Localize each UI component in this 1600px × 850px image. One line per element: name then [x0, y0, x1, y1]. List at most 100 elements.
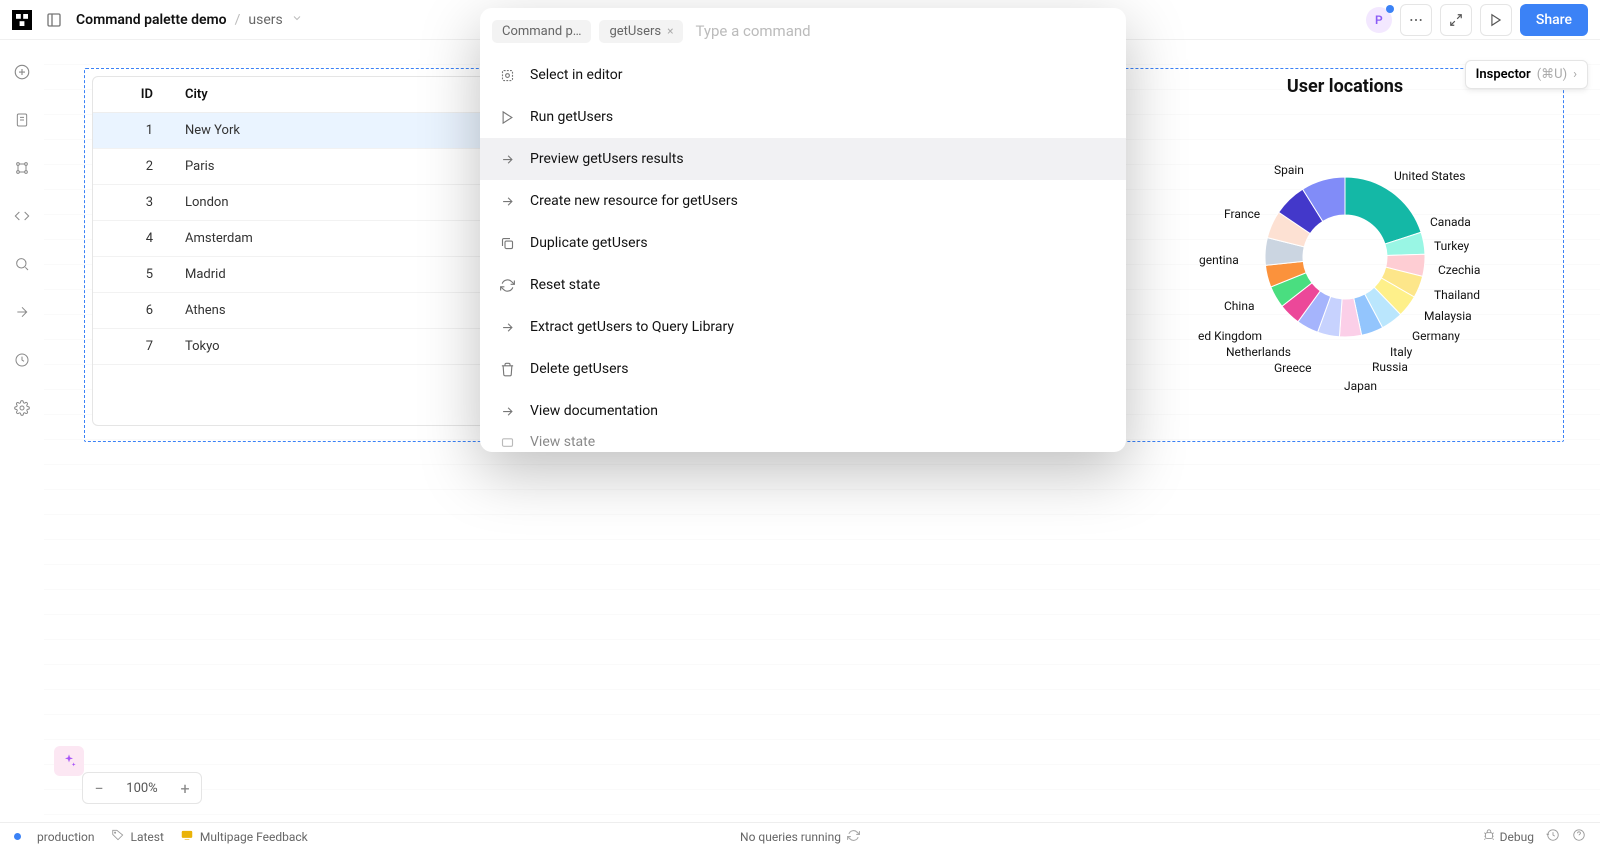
- palette-item[interactable]: Reset state: [480, 264, 1126, 306]
- status-dot-icon: [14, 833, 21, 840]
- more-button[interactable]: [1400, 4, 1432, 36]
- ai-sparkle-button[interactable]: [54, 746, 84, 776]
- arrow-icon: [498, 192, 516, 210]
- code-icon[interactable]: [10, 204, 34, 228]
- chart-label: ed Kingdom: [1198, 329, 1262, 343]
- palette-item-label: Extract getUsers to Query Library: [530, 319, 734, 335]
- pages-icon[interactable]: [10, 108, 34, 132]
- chart-label: Spain: [1274, 163, 1304, 177]
- chart-label: China: [1224, 299, 1255, 313]
- palette-item[interactable]: Run getUsers: [480, 96, 1126, 138]
- play-icon: [498, 108, 516, 126]
- th-city[interactable]: City: [173, 77, 507, 113]
- pie-slice[interactable]: [1345, 177, 1421, 244]
- help-icon[interactable]: [1572, 828, 1586, 845]
- feedback-label[interactable]: Multipage Feedback: [200, 830, 308, 844]
- chart-label: Greece: [1274, 361, 1312, 375]
- palette-item[interactable]: Preview getUsers results: [480, 138, 1126, 180]
- chart-label: Czechia: [1438, 263, 1480, 277]
- refresh-icon: [498, 276, 516, 294]
- clock-icon[interactable]: [10, 348, 34, 372]
- tag-icon: [111, 828, 125, 845]
- zoom-value: 100%: [115, 781, 169, 796]
- trash-icon: [498, 360, 516, 378]
- chart-label: Canada: [1430, 215, 1471, 229]
- cell-id: 1: [93, 113, 173, 149]
- releases-icon[interactable]: [10, 300, 34, 324]
- palette-item-label: View documentation: [530, 403, 658, 419]
- cell-city: Madrid: [173, 257, 507, 293]
- cell-id: 7: [93, 329, 173, 365]
- box-icon: [498, 433, 516, 451]
- zoom-out-button[interactable]: −: [83, 773, 115, 803]
- select-icon: [498, 66, 516, 84]
- component-tree-icon[interactable]: [10, 156, 34, 180]
- breadcrumb-page[interactable]: users: [248, 12, 282, 28]
- chevron-right-icon: ›: [1573, 67, 1577, 82]
- chart-label: United States: [1394, 169, 1465, 183]
- settings-icon[interactable]: [10, 396, 34, 420]
- cell-id: 4: [93, 221, 173, 257]
- palette-item-label: Select in editor: [530, 67, 622, 83]
- chart-label: Turkey: [1434, 239, 1469, 253]
- search-icon[interactable]: [10, 252, 34, 276]
- status-bar: production Latest Multipage Feedback No …: [0, 822, 1600, 850]
- inspector-shortcut: (⌘U): [1537, 67, 1567, 82]
- refresh-icon[interactable]: [847, 829, 860, 845]
- th-id[interactable]: ID: [93, 77, 173, 113]
- context-chip-query[interactable]: getUsers×: [599, 20, 683, 43]
- palette-item-label: Duplicate getUsers: [530, 235, 648, 251]
- chart-label: Italy: [1390, 345, 1412, 359]
- palette-item[interactable]: Create new resource for getUsers: [480, 180, 1126, 222]
- user-avatar[interactable]: P: [1366, 7, 1392, 33]
- palette-header: Command p… getUsers×: [480, 8, 1126, 54]
- debug-label[interactable]: Debug: [1500, 830, 1534, 844]
- donut-chart: United StatesSpainFrancegentinaChinaed K…: [1134, 107, 1556, 407]
- palette-item[interactable]: Select in editor: [480, 54, 1126, 96]
- environment-label[interactable]: production: [37, 830, 95, 844]
- version-label[interactable]: Latest: [131, 830, 164, 844]
- command-palette: Command p… getUsers× Select in editor Run…: [480, 8, 1126, 452]
- left-rail: [0, 40, 44, 822]
- palette-item[interactable]: Extract getUsers to Query Library: [480, 306, 1126, 348]
- chip-remove-icon[interactable]: ×: [667, 24, 673, 38]
- chart-label: Netherlands: [1226, 345, 1291, 359]
- palette-item-label: Delete getUsers: [530, 361, 628, 377]
- feedback-icon: [180, 828, 194, 845]
- app-name[interactable]: Command palette demo: [76, 12, 227, 28]
- cell-id: 6: [93, 293, 173, 329]
- breadcrumb-separator: /: [235, 12, 241, 28]
- preview-button[interactable]: [1480, 4, 1512, 36]
- add-icon[interactable]: [10, 60, 34, 84]
- cell-id: 2: [93, 149, 173, 185]
- product-logo[interactable]: [12, 10, 32, 30]
- arrow-icon: [498, 318, 516, 336]
- palette-item-label: Run getUsers: [530, 109, 613, 125]
- share-button[interactable]: Share: [1520, 4, 1588, 36]
- palette-input[interactable]: [691, 18, 1114, 44]
- expand-button[interactable]: [1440, 4, 1472, 36]
- palette-item-label: Create new resource for getUsers: [530, 193, 738, 209]
- history-icon[interactable]: [1546, 828, 1560, 845]
- cell-city: Paris: [173, 149, 507, 185]
- palette-item[interactable]: View state: [480, 432, 1126, 452]
- panel-toggle-icon[interactable]: [42, 8, 66, 32]
- chevron-down-icon[interactable]: [291, 12, 303, 28]
- chart-label: Germany: [1412, 329, 1460, 343]
- palette-item[interactable]: View documentation: [480, 390, 1126, 432]
- debug-icon: [1482, 828, 1496, 845]
- palette-item-label: Preview getUsers results: [530, 151, 684, 167]
- cell-city: Athens: [173, 293, 507, 329]
- palette-item[interactable]: Duplicate getUsers: [480, 222, 1126, 264]
- palette-item[interactable]: Delete getUsers: [480, 348, 1126, 390]
- chart-label: Japan: [1344, 379, 1377, 393]
- chart-label: Russia: [1372, 360, 1408, 374]
- chart-label: France: [1224, 207, 1260, 221]
- user-locations-chart[interactable]: User locations United StatesSpainFranceg…: [1134, 76, 1556, 426]
- context-chip-app[interactable]: Command p…: [492, 20, 591, 43]
- inspector-tooltip[interactable]: Inspector (⌘U) ›: [1465, 60, 1588, 89]
- breadcrumb: Command palette demo / users: [76, 12, 303, 28]
- zoom-in-button[interactable]: +: [169, 773, 201, 803]
- cell-id: 3: [93, 185, 173, 221]
- palette-item-label: View state: [530, 434, 595, 450]
